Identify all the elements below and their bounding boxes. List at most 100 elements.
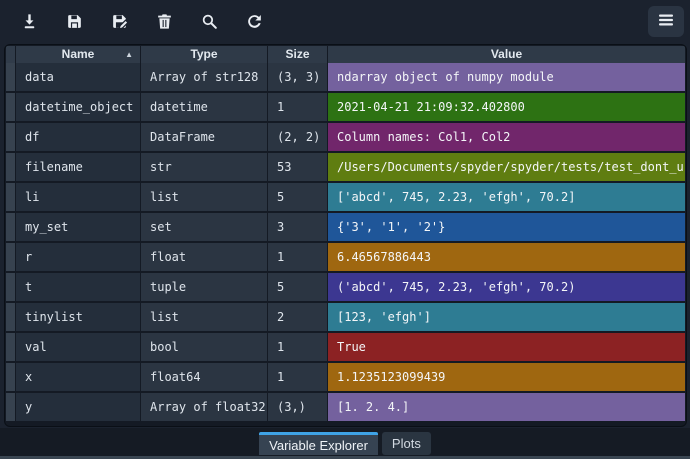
column-header-type-label: Type [190, 47, 217, 61]
cell-name[interactable]: df [16, 123, 141, 153]
download-icon [20, 12, 39, 31]
table-row[interactable]: datetime_objectdatetime12021-04-21 21:09… [6, 93, 685, 123]
row-header [6, 123, 16, 153]
row-header [6, 183, 16, 213]
search-icon [200, 12, 219, 31]
cell-type[interactable]: DataFrame [141, 123, 268, 153]
cell-type[interactable]: float [141, 243, 268, 273]
cell-value[interactable]: True [328, 333, 685, 363]
trash-icon [155, 12, 174, 31]
table-row[interactable]: valbool1True [6, 333, 685, 363]
cell-name[interactable]: li [16, 183, 141, 213]
cell-name[interactable]: y [16, 393, 141, 423]
table-row[interactable]: ttuple5('abcd', 745, 2.23, 'efgh', 70.2) [6, 273, 685, 303]
cell-name[interactable]: tinylist [16, 303, 141, 333]
sort-ascending-icon: ▲ [125, 46, 133, 63]
cell-name[interactable]: r [16, 243, 141, 273]
row-header [6, 333, 16, 363]
cell-size[interactable]: 1 [268, 93, 328, 123]
hamburger-menu-icon [658, 13, 674, 30]
cell-type[interactable]: Array of float32 [141, 393, 268, 423]
cell-value[interactable]: [123, 'efgh'] [328, 303, 685, 333]
cell-size[interactable]: (3,) [268, 393, 328, 423]
column-header-size-label: Size [285, 47, 309, 61]
cell-type[interactable]: list [141, 303, 268, 333]
cell-size[interactable]: (2, 2) [268, 123, 328, 153]
tab-variable-explorer[interactable]: Variable Explorer [259, 432, 378, 455]
cell-size[interactable]: 53 [268, 153, 328, 183]
cell-type[interactable]: set [141, 213, 268, 243]
column-header-value[interactable]: Value [328, 46, 685, 63]
row-header [6, 303, 16, 333]
refresh-variables-button[interactable] [238, 5, 271, 37]
row-header [6, 213, 16, 243]
cell-type[interactable]: tuple [141, 273, 268, 303]
cell-type[interactable]: str [141, 153, 268, 183]
cell-type[interactable]: Array of str128 [141, 63, 268, 93]
pane-tabbar: Variable Explorer Plots [0, 428, 690, 459]
cell-name[interactable]: val [16, 333, 141, 363]
cell-name[interactable]: datetime_object [16, 93, 141, 123]
column-header-size[interactable]: Size [268, 46, 328, 63]
import-data-button[interactable] [13, 5, 46, 37]
cell-value[interactable]: ndarray object of numpy module [328, 63, 685, 93]
search-variable-button[interactable] [193, 5, 226, 37]
cell-size[interactable]: 1 [268, 333, 328, 363]
options-menu-button[interactable] [648, 6, 684, 37]
table-row[interactable]: dfDataFrame(2, 2)Column names: Col1, Col… [6, 123, 685, 153]
refresh-icon [245, 12, 264, 31]
cell-size[interactable]: 1 [268, 363, 328, 393]
cell-size[interactable]: 1 [268, 243, 328, 273]
table-corner-button[interactable] [6, 46, 16, 63]
cell-value[interactable]: 1.1235123099439 [328, 363, 685, 393]
cell-size[interactable]: 5 [268, 183, 328, 213]
save-data-as-button[interactable] [103, 5, 136, 37]
save-data-button[interactable] [58, 5, 91, 37]
variable-table-body: dataArray of str128(3, 3)ndarray object … [6, 63, 685, 423]
cell-size[interactable]: (3, 3) [268, 63, 328, 93]
cell-name[interactable]: filename [16, 153, 141, 183]
table-header-row: Name ▲ Type Size Value [6, 46, 685, 63]
cell-size[interactable]: 2 [268, 303, 328, 333]
row-header [6, 153, 16, 183]
row-header [6, 273, 16, 303]
column-header-value-label: Value [491, 47, 522, 61]
row-header [6, 93, 16, 123]
cell-value[interactable]: 2021-04-21 21:09:32.402800 [328, 93, 685, 123]
cell-type[interactable]: datetime [141, 93, 268, 123]
table-row[interactable]: filenamestr53/Users/Documents/spyder/spy… [6, 153, 685, 183]
cell-value[interactable]: /Users/Documents/spyder/spyder/tests/tes… [328, 153, 685, 183]
cell-name[interactable]: data [16, 63, 141, 93]
cell-name[interactable]: t [16, 273, 141, 303]
table-row[interactable]: my_setset3{'3', '1', '2'} [6, 213, 685, 243]
cell-value[interactable]: Column names: Col1, Col2 [328, 123, 685, 153]
row-header [6, 63, 16, 93]
table-row[interactable]: tinylistlist2[123, 'efgh'] [6, 303, 685, 333]
cell-value[interactable]: ['abcd', 745, 2.23, 'efgh', 70.2] [328, 183, 685, 213]
cell-name[interactable]: my_set [16, 213, 141, 243]
table-row[interactable]: rfloat16.46567886443 [6, 243, 685, 273]
column-header-name-label: Name [62, 47, 95, 61]
cell-type[interactable]: list [141, 183, 268, 213]
tab-plots[interactable]: Plots [382, 432, 431, 455]
toolbar [0, 0, 690, 42]
cell-value[interactable]: [1. 2. 4.] [328, 393, 685, 423]
cell-type[interactable]: float64 [141, 363, 268, 393]
cell-type[interactable]: bool [141, 333, 268, 363]
cell-size[interactable]: 3 [268, 213, 328, 243]
table-row[interactable]: yArray of float32(3,)[1. 2. 4.] [6, 393, 685, 423]
table-row[interactable]: dataArray of str128(3, 3)ndarray object … [6, 63, 685, 93]
table-row[interactable]: xfloat6411.1235123099439 [6, 363, 685, 393]
cell-value[interactable]: 6.46567886443 [328, 243, 685, 273]
cell-size[interactable]: 5 [268, 273, 328, 303]
row-header [6, 393, 16, 423]
remove-variable-button[interactable] [148, 5, 181, 37]
cell-value[interactable]: {'3', '1', '2'} [328, 213, 685, 243]
row-header [6, 363, 16, 393]
cell-name[interactable]: x [16, 363, 141, 393]
table-row[interactable]: lilist5['abcd', 745, 2.23, 'efgh', 70.2] [6, 183, 685, 213]
column-header-name[interactable]: Name ▲ [16, 46, 141, 63]
column-header-type[interactable]: Type [141, 46, 268, 63]
cell-value[interactable]: ('abcd', 745, 2.23, 'efgh', 70.2) [328, 273, 685, 303]
save-icon [65, 12, 84, 31]
